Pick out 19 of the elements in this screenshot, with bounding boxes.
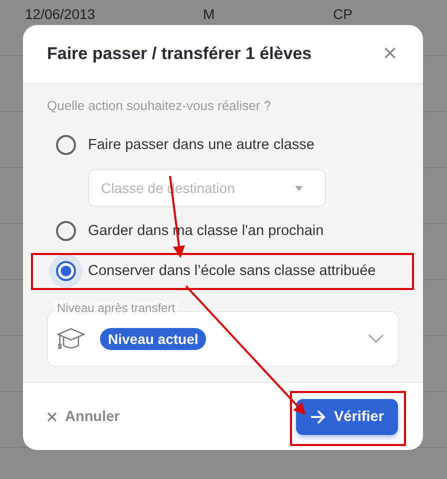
table-cell-text: 12/06/2013 bbox=[25, 6, 96, 22]
table-cell-text: M bbox=[203, 6, 216, 22]
option-label[interactable]: Faire passer dans une autre classe bbox=[88, 137, 314, 153]
arrow-right-icon bbox=[310, 410, 326, 424]
radio-button[interactable] bbox=[56, 221, 76, 241]
cancel-button[interactable]: Annuler bbox=[47, 408, 120, 424]
close-icon bbox=[47, 412, 57, 422]
table-cell: CP bbox=[333, 6, 352, 22]
option-label[interactable]: Conserver dans l’école sans classe attribuée bbox=[88, 263, 376, 279]
close-button[interactable]: × bbox=[380, 42, 399, 66]
dialog-title: Faire passer / transférer 1 élèves bbox=[47, 44, 312, 64]
verify-button[interactable]: Vérifier bbox=[296, 398, 398, 434]
graduation-cap-icon bbox=[56, 326, 86, 352]
caret-icon bbox=[295, 186, 303, 190]
chevron-down-icon bbox=[368, 334, 384, 344]
radio-button[interactable] bbox=[56, 135, 76, 155]
level-badge: Niveau actuel bbox=[100, 328, 206, 350]
field-label: Niveau après transfert bbox=[55, 301, 178, 315]
question-text: Quelle action souhaitez-vous réaliser ? bbox=[47, 98, 272, 113]
